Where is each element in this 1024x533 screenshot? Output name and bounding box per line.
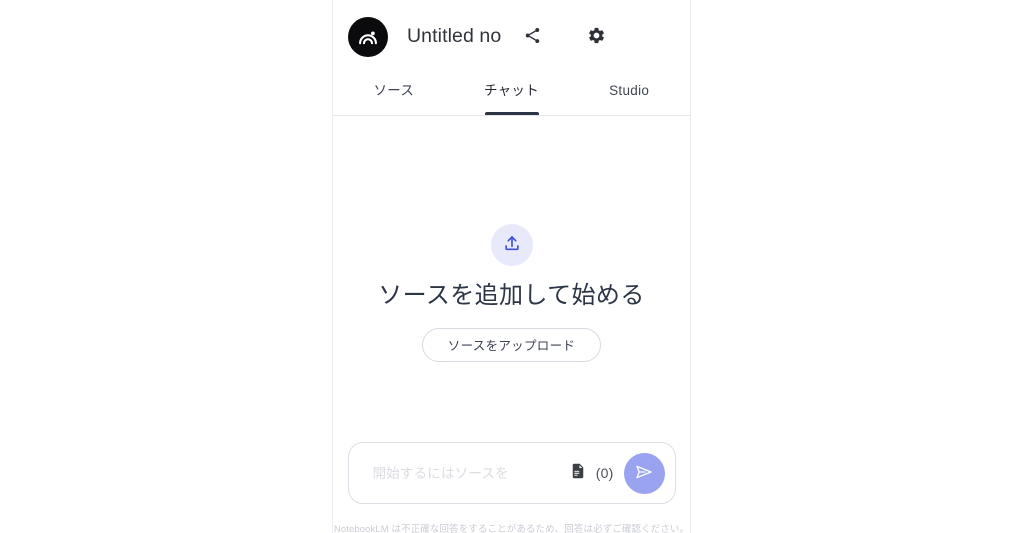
- chat-input[interactable]: [370, 464, 565, 482]
- app-panel: Untitled no ソース チャット Studio ソースを追加して始める …: [333, 0, 690, 533]
- source-count-text: (0): [595, 465, 614, 481]
- tab-studio-label: Studio: [609, 83, 650, 98]
- tab-chat-label: チャット: [483, 83, 540, 98]
- send-button[interactable]: [623, 452, 665, 494]
- screen-root: Untitled no ソース チャット Studio ソースを追加して始める …: [0, 0, 1024, 533]
- source-count-indicator: (0): [569, 462, 614, 485]
- notebook-title: Untitled no: [407, 27, 502, 47]
- document-icon: [569, 462, 587, 485]
- tab-studio[interactable]: Studio: [570, 74, 688, 115]
- settings-button[interactable]: [579, 20, 613, 54]
- disclaimer-text: NotebookLM は不正確な回答をすることがあるため、回答は必ずご確認くださ…: [333, 524, 690, 533]
- notebooklm-logo-icon: [348, 17, 388, 57]
- composer-wrapper: (0): [333, 442, 690, 504]
- tab-sources[interactable]: ソース: [335, 74, 453, 115]
- upload-icon-badge: [490, 224, 533, 266]
- tab-bar: ソース チャット Studio: [333, 74, 690, 116]
- tab-chat[interactable]: チャット: [453, 74, 571, 115]
- chat-empty-state: ソースを追加して始める ソースをアップロード 開始するにはソースを (0) No…: [333, 116, 690, 533]
- upload-sources-button[interactable]: ソースをアップロード: [421, 327, 602, 362]
- gear-icon: [587, 26, 606, 48]
- share-button[interactable]: [515, 20, 549, 54]
- share-icon: [523, 26, 542, 48]
- upload-icon: [502, 233, 522, 258]
- empty-state-heading: ソースを追加して始める: [378, 282, 645, 309]
- tab-sources-label: ソース: [373, 83, 415, 98]
- chat-composer: (0): [347, 442, 676, 504]
- send-icon: [634, 462, 654, 485]
- app-header: Untitled no: [333, 0, 690, 74]
